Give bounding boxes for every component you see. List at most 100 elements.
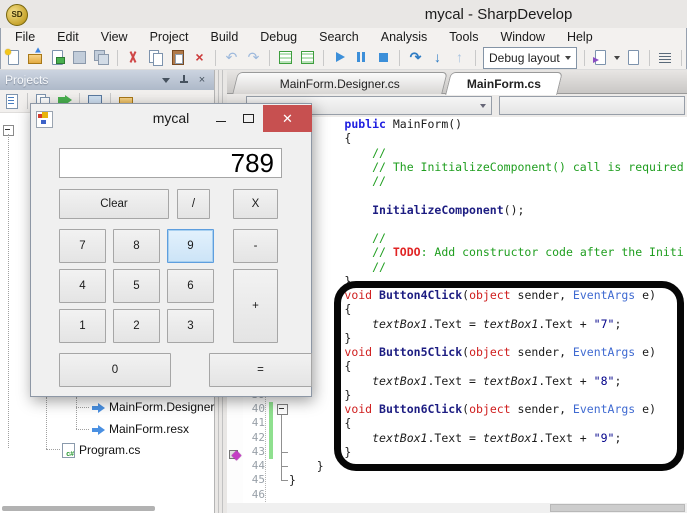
horizontal-scrollbar-thumb[interactable]	[550, 504, 685, 512]
five-button[interactable]: 5	[113, 269, 160, 303]
menu-help[interactable]: Help	[556, 28, 604, 46]
menu-search[interactable]: Search	[308, 28, 370, 46]
close-button[interactable]: ✕	[263, 105, 312, 132]
minus-button[interactable]: -	[233, 229, 278, 263]
code-line: //	[289, 260, 687, 274]
editor-tabstrip: MainForm.Designer.cs MainForm.cs	[227, 70, 687, 94]
step-into-icon[interactable]: ↓	[429, 49, 446, 66]
calculator-titlebar[interactable]: mycal ✕	[31, 104, 311, 133]
code-line	[289, 188, 687, 202]
menu-edit[interactable]: Edit	[46, 28, 90, 46]
tree-connector	[8, 134, 9, 448]
browse-with-icon[interactable]	[592, 49, 609, 66]
maximize-button[interactable]	[234, 105, 263, 132]
bookmark-icon	[229, 449, 241, 461]
step-out-icon[interactable]: ↑	[451, 49, 468, 66]
one-button[interactable]: 1	[59, 309, 106, 343]
fold-line	[281, 480, 288, 481]
format-document-icon[interactable]	[657, 49, 674, 66]
fold-collapse-icon[interactable]	[277, 404, 288, 415]
multiply-button[interactable]: X	[233, 189, 278, 219]
chevron-down-icon	[565, 56, 571, 63]
menubar: File Edit View Project Build Debug Searc…	[0, 28, 687, 46]
panel-pin-icon[interactable]	[177, 73, 191, 87]
tab-mainform-designer-cs[interactable]: MainForm.Designer.cs	[232, 72, 447, 94]
divide-button[interactable]: /	[177, 189, 210, 219]
line-number: 44	[243, 459, 265, 473]
four-button[interactable]: 4	[59, 269, 106, 303]
clear-button[interactable]: Clear	[59, 189, 169, 219]
pause-icon[interactable]	[353, 49, 370, 66]
tab-mainform-cs[interactable]: MainForm.cs	[445, 72, 563, 95]
run-icon[interactable]	[331, 49, 348, 66]
line-number: 41	[243, 416, 265, 430]
code-line: //	[289, 231, 687, 245]
code-line: //	[289, 174, 687, 188]
six-button[interactable]: 6	[167, 269, 214, 303]
two-button[interactable]: 2	[113, 309, 160, 343]
chevron-down-icon[interactable]	[614, 56, 620, 63]
layout-selector-combo[interactable]: Debug layout	[483, 47, 577, 69]
save-all-icon[interactable]	[93, 49, 110, 66]
line-number: 46	[243, 488, 265, 502]
dependent-file-icon	[92, 424, 105, 435]
tree-item-label: MainForm.resx	[109, 422, 189, 436]
three-button[interactable]: 3	[167, 309, 214, 343]
new-file-icon[interactable]	[5, 49, 22, 66]
calculator-display[interactable]: 789	[59, 148, 282, 178]
comment-region-icon[interactable]	[277, 49, 294, 66]
copy-icon[interactable]	[147, 49, 164, 66]
menu-debug[interactable]: Debug	[249, 28, 308, 46]
seven-button[interactable]: 7	[59, 229, 106, 263]
tree-connector	[76, 429, 89, 430]
editor-horizontal-scrollbar[interactable]	[227, 503, 687, 513]
toolbar-separator	[27, 93, 28, 109]
horizontal-scrollbar-thumb[interactable]	[2, 506, 155, 511]
code-line	[289, 488, 687, 502]
nine-button[interactable]: 9	[167, 229, 214, 263]
member-combo[interactable]	[499, 96, 685, 115]
line-number: 45	[243, 473, 265, 487]
zero-button[interactable]: 0	[59, 353, 171, 387]
eight-button[interactable]: 8	[113, 229, 160, 263]
toolbar-separator	[649, 50, 650, 66]
open-file-icon[interactable]	[49, 49, 66, 66]
project-properties-icon[interactable]	[4, 93, 20, 109]
menu-project[interactable]: Project	[139, 28, 200, 46]
equals-button[interactable]: =	[209, 353, 312, 387]
save-icon[interactable]	[71, 49, 88, 66]
delete-icon[interactable]: ×	[191, 49, 208, 66]
tree-item-mainform-designer[interactable]: MainForm.Designer	[92, 399, 214, 415]
cut-icon[interactable]	[125, 49, 142, 66]
step-over-icon[interactable]: ↷	[407, 49, 424, 66]
tree-item-program-cs[interactable]: Program.cs	[62, 442, 140, 458]
undo-icon[interactable]: ↶	[223, 49, 240, 66]
stop-icon[interactable]	[375, 49, 392, 66]
code-line: //	[289, 146, 687, 160]
titlebar: SD mycal - SharpDevelop	[0, 0, 687, 28]
code-line: {	[289, 131, 687, 145]
tree-connector	[76, 397, 77, 429]
toolbar-separator	[681, 50, 682, 66]
code-line: // The InitializeComponent() call is req…	[289, 160, 687, 174]
paste-icon[interactable]	[169, 49, 186, 66]
menu-window[interactable]: Window	[489, 28, 555, 46]
minimize-button[interactable]	[207, 105, 234, 132]
plus-button[interactable]: +	[233, 269, 278, 343]
menu-view[interactable]: View	[90, 28, 139, 46]
panel-close-icon[interactable]: ×	[195, 73, 209, 87]
toolbar-separator	[117, 50, 118, 66]
uncomment-region-icon[interactable]	[299, 49, 316, 66]
annotation-highlight-box	[334, 281, 684, 471]
panel-menu-chevron-icon[interactable]	[159, 73, 173, 87]
menu-tools[interactable]: Tools	[438, 28, 489, 46]
tree-item-mainform-resx[interactable]: MainForm.resx	[92, 421, 189, 437]
open-folder-icon[interactable]	[27, 49, 44, 66]
tab-label: MainForm.Designer.cs	[280, 77, 400, 91]
menu-file[interactable]: File	[4, 28, 46, 46]
redo-icon[interactable]: ↷	[245, 49, 262, 66]
toolbar-separator	[215, 50, 216, 66]
menu-analysis[interactable]: Analysis	[370, 28, 439, 46]
menu-build[interactable]: Build	[199, 28, 249, 46]
fold-line	[281, 466, 288, 467]
